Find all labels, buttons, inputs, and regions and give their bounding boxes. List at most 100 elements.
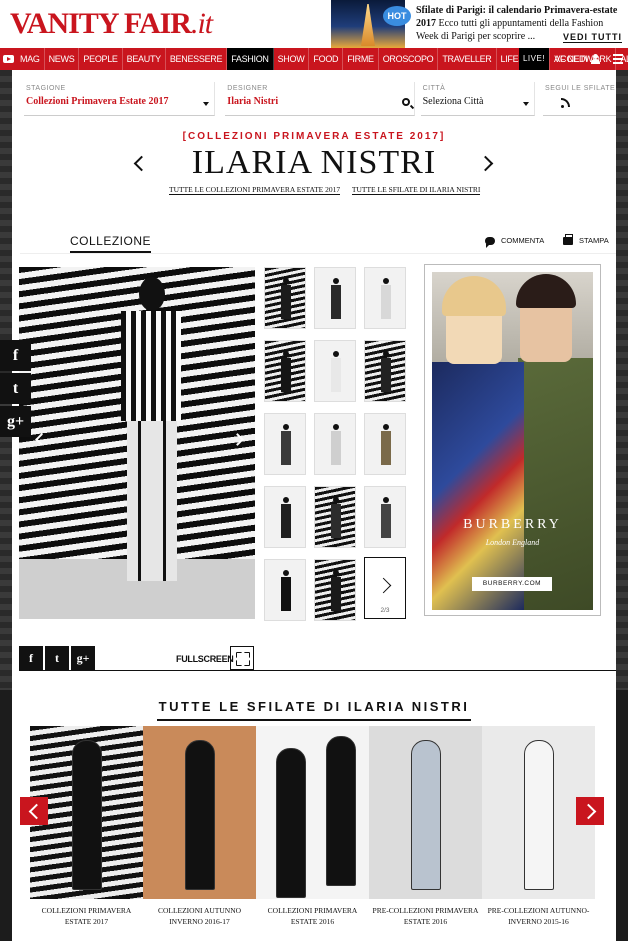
- next-photo-icon[interactable]: [231, 433, 244, 446]
- show-card-caption[interactable]: COLLEZIONI PRIMAVERA ESTATE 2016: [256, 905, 369, 927]
- look-thumbnail[interactable]: [364, 486, 406, 548]
- show-card-figure: [326, 736, 356, 886]
- view-all-link[interactable]: VEDI TUTTI: [563, 32, 622, 43]
- caption-line-2: INVERNO 2015-16: [508, 917, 569, 926]
- chevron-down-icon: [203, 102, 210, 106]
- page-indicator: 2/3: [380, 607, 390, 614]
- youtube-icon[interactable]: [0, 48, 16, 70]
- main-nav: MAG NEWS PEOPLE BEAUTY BENESSERE FASHION SHOW F…: [0, 48, 628, 70]
- look-thumbnail[interactable]: [314, 267, 356, 329]
- rss-icon[interactable]: [561, 98, 571, 108]
- logo-suffix: .it: [190, 7, 213, 40]
- facebook-icon[interactable]: f: [0, 340, 31, 371]
- designer-value: Ilaria Nistri: [227, 96, 279, 107]
- live-button[interactable]: LIVE!: [519, 48, 549, 70]
- show-card-figure: [185, 740, 215, 890]
- city-select[interactable]: CITTÀ Seleziona Città: [420, 82, 536, 116]
- look-thumbnail[interactable]: [364, 340, 406, 402]
- follow-shows[interactable]: SEGUI LE SFILATE: [543, 82, 617, 116]
- share-bar: f t g+: [19, 646, 95, 670]
- previous-photo-icon[interactable]: [35, 433, 48, 446]
- site-header: VANITY FAIR.it HOT Sfilate di Parigi: il…: [0, 0, 628, 48]
- comment-button[interactable]: COMMENTA: [485, 236, 545, 248]
- carousel-next-arrow-icon[interactable]: [576, 797, 604, 825]
- look-thumbnail[interactable]: [264, 486, 306, 548]
- page-background-left-lower: [0, 690, 12, 941]
- print-button[interactable]: STAMPA: [563, 233, 609, 245]
- look-thumbnail[interactable]: [314, 559, 356, 621]
- menu-icon[interactable]: [613, 54, 623, 64]
- nav-item-0[interactable]: MAG: [16, 48, 45, 70]
- fullscreen-icon[interactable]: [230, 646, 254, 670]
- look-thumbnail[interactable]: [264, 413, 306, 475]
- ad-image: BURBERRY London England BURBERRY.COM: [432, 272, 593, 610]
- section-title: TUTTE LE SFILATE DI ILARIA NISTRI: [156, 699, 472, 721]
- season-select[interactable]: STAGIONE Collezioni Primavera Estate 201…: [24, 82, 216, 116]
- comment-icon: [485, 236, 495, 248]
- follow-label: SEGUI LE SFILATE: [545, 85, 616, 92]
- chevron-right-icon: [375, 577, 392, 594]
- comment-label: COMMENTA: [501, 236, 545, 245]
- show-card[interactable]: [369, 726, 482, 899]
- ad-cta-button[interactable]: BURBERRY.COM: [472, 577, 552, 591]
- designer-search[interactable]: DESIGNER Ilaria Nistri: [225, 82, 415, 116]
- show-card-caption[interactable]: COLLEZIONI PRIMAVERA ESTATE 2017: [30, 905, 143, 927]
- show-card-caption[interactable]: PRE-COLLEZIONI PRIMAVERA ESTATE 2016: [369, 905, 482, 927]
- advertisement[interactable]: BURBERRY London England BURBERRY.COM: [424, 264, 601, 616]
- look-thumbnail[interactable]: [364, 413, 406, 475]
- next-thumbnail-page-button[interactable]: 2/3: [364, 557, 406, 619]
- carousel-prev-arrow-icon[interactable]: [20, 797, 48, 825]
- look-thumbnail[interactable]: [314, 413, 356, 475]
- twitter-icon[interactable]: t: [45, 646, 69, 670]
- caption-line-1: COLLEZIONI PRIMAVERA: [41, 906, 132, 915]
- nav-item-1[interactable]: NEWS: [45, 48, 80, 70]
- model-figure: [97, 277, 187, 597]
- designer-label: DESIGNER: [227, 85, 268, 92]
- nav-item-6[interactable]: SHOW: [274, 48, 310, 70]
- nav-item-5[interactable]: FASHION: [227, 48, 274, 70]
- main-look-photo[interactable]: [19, 267, 255, 619]
- nav-item-7[interactable]: FOOD: [309, 48, 344, 70]
- site-logo[interactable]: VANITY FAIR.it: [10, 6, 213, 42]
- look-thumbnail[interactable]: [264, 559, 306, 621]
- look-thumbnail[interactable]: [264, 340, 306, 402]
- designer-title: ILARIA NISTRI: [191, 144, 437, 181]
- nav-item-2[interactable]: PEOPLE: [79, 48, 123, 70]
- page-background-right-lower: [616, 690, 628, 941]
- caption-line-1: PRE-COLLEZIONI PRIMAVERA: [372, 906, 479, 915]
- show-card[interactable]: [256, 726, 369, 899]
- nav-item-9[interactable]: OROSCOPO: [379, 48, 439, 70]
- show-card-caption[interactable]: COLLEZIONI AUTUNNO INVERNO 2016-17: [143, 905, 256, 927]
- designer-shows-link[interactable]: TUTTE LE SFILATE DI ILARIA NISTRI: [351, 185, 481, 195]
- search-icon[interactable]: [401, 98, 410, 106]
- nav-item-8[interactable]: FIRME: [343, 48, 379, 70]
- google-plus-icon[interactable]: g+: [71, 646, 95, 670]
- twitter-icon[interactable]: t: [0, 373, 31, 404]
- look-thumbnail[interactable]: [264, 267, 306, 329]
- facebook-icon[interactable]: f: [19, 646, 43, 670]
- show-card[interactable]: [143, 726, 256, 899]
- login-link[interactable]: ACCEDI: [554, 48, 588, 70]
- look-thumbnail[interactable]: [314, 486, 356, 548]
- caption-line-1: COLLEZIONI PRIMAVERA: [267, 906, 358, 915]
- caption-line-2: ESTATE 2017: [64, 917, 109, 926]
- season-label: STAGIONE: [26, 85, 66, 92]
- show-card-caption[interactable]: PRE-COLLEZIONI AUTUNNO- INVERNO 2015-16: [482, 905, 595, 927]
- nav-item-4[interactable]: BENESSERE: [166, 48, 228, 70]
- nav-item-10[interactable]: TRAVELLER: [438, 48, 497, 70]
- ad-brand: BURBERRY: [463, 517, 562, 532]
- look-thumbnail[interactable]: [314, 340, 356, 402]
- logo-text: VANITY FAIR: [10, 7, 192, 40]
- print-icon: [563, 233, 573, 245]
- floating-social-bar: f t g+: [0, 340, 31, 439]
- tab-divider: [20, 253, 616, 254]
- all-collections-link[interactable]: TUTTE LE COLLEZIONI PRIMAVERA ESTATE 201…: [169, 185, 341, 195]
- fullscreen-label[interactable]: FULLSCREEN: [176, 654, 234, 664]
- tab-collection[interactable]: COLLEZIONE: [70, 234, 152, 253]
- nav-item-3[interactable]: BEAUTY: [123, 48, 166, 70]
- chevron-down-icon: [523, 102, 530, 106]
- user-icon[interactable]: [591, 54, 600, 64]
- show-card-figure: [524, 740, 554, 890]
- google-plus-icon[interactable]: g+: [0, 406, 31, 437]
- look-thumbnail[interactable]: [364, 267, 406, 329]
